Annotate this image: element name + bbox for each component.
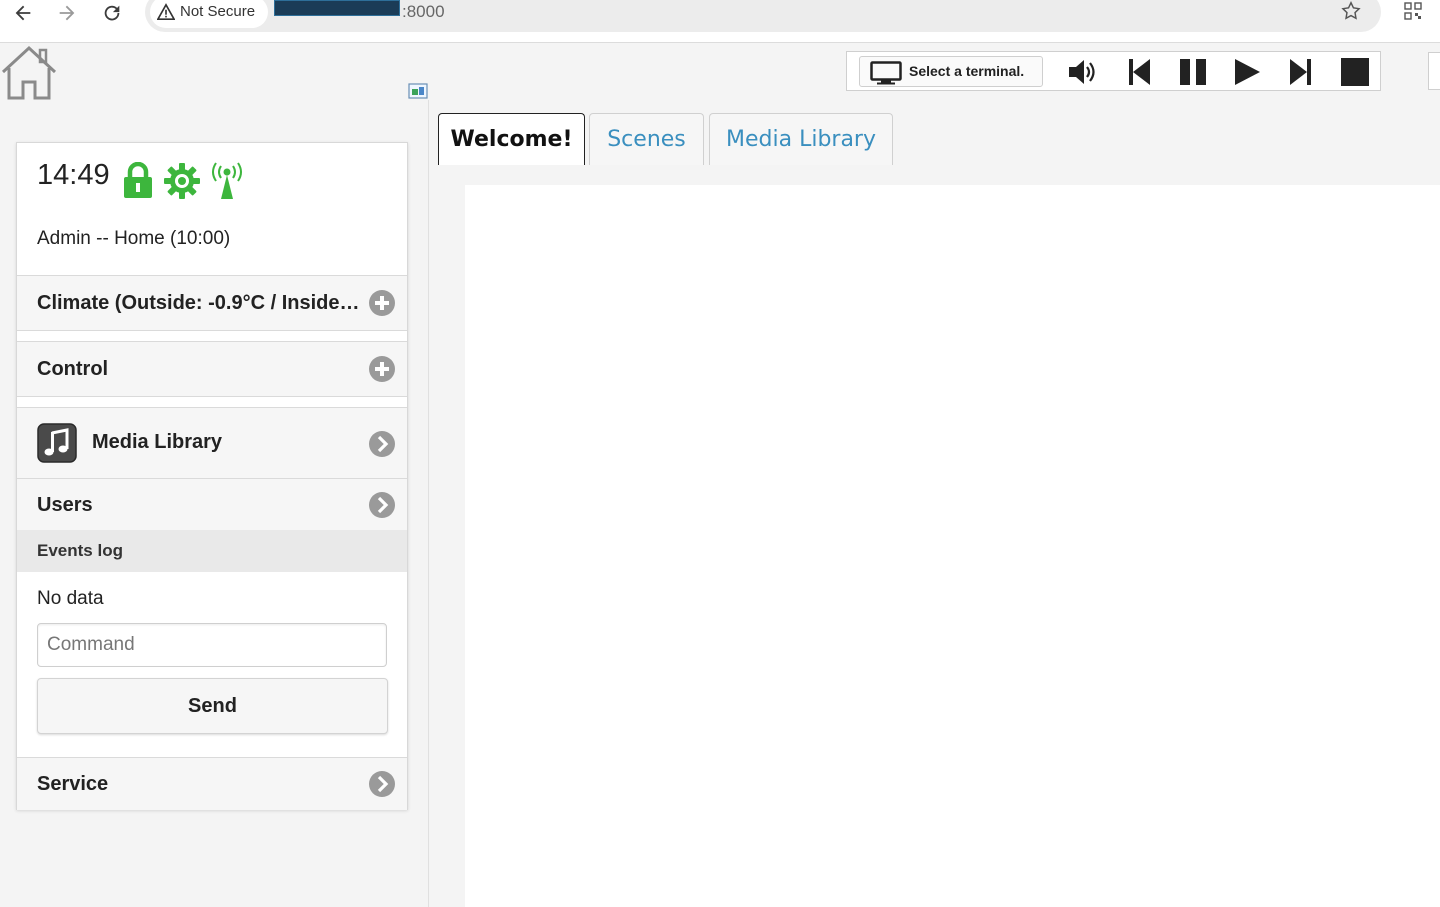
- media-library-row[interactable]: Media Library: [17, 407, 407, 479]
- tab-welcome[interactable]: Welcome!: [438, 113, 585, 165]
- events-log-header: Events log: [17, 530, 407, 572]
- control-row[interactable]: Control: [17, 341, 407, 397]
- qr-code-icon[interactable]: [1404, 2, 1422, 20]
- warning-icon: [157, 3, 175, 21]
- forward-icon[interactable]: [56, 2, 80, 24]
- chevron-right-circle-icon[interactable]: [368, 770, 396, 798]
- user-session-info: Admin -- Home (10:00): [37, 228, 231, 249]
- media-player-bar: Select a terminal.: [846, 51, 1381, 91]
- chevron-right-circle-icon[interactable]: [368, 491, 396, 519]
- control-label: Control: [37, 358, 109, 380]
- toolbar-edge-control[interactable]: [1428, 52, 1440, 90]
- home-icon[interactable]: [0, 44, 58, 100]
- no-data-text: No data: [37, 588, 104, 609]
- tab-media-library[interactable]: Media Library: [709, 113, 893, 165]
- status-block: 14:49 Admin -- Home (10:00): [17, 143, 407, 275]
- events-log-label: Events log: [37, 541, 123, 560]
- back-icon[interactable]: [12, 2, 36, 24]
- command-input[interactable]: [37, 623, 387, 667]
- next-icon[interactable]: [1285, 57, 1317, 87]
- url-port: :8000: [402, 2, 445, 21]
- play-icon[interactable]: [1231, 57, 1263, 87]
- service-row[interactable]: Service: [17, 757, 407, 810]
- redacted-host: [274, 0, 400, 16]
- tab-content-area: [465, 185, 1440, 907]
- previous-icon[interactable]: [1123, 57, 1155, 87]
- security-label: Not Secure: [180, 3, 256, 20]
- sidebar-panel: 14:49 Admin -- Home (10:00) Climate (Out…: [16, 142, 408, 810]
- widget-icon[interactable]: [408, 83, 428, 99]
- climate-label: Climate (Outside: -0.9°C / Inside…: [37, 292, 360, 314]
- music-note-icon: [37, 423, 77, 463]
- terminal-label: Select a terminal.: [909, 63, 1025, 79]
- media-library-label: Media Library: [92, 431, 223, 453]
- plus-circle-icon[interactable]: [368, 289, 396, 317]
- monitor-icon: [870, 61, 902, 85]
- chevron-right-circle-icon[interactable]: [368, 430, 396, 458]
- users-row[interactable]: Users: [17, 478, 407, 531]
- select-terminal-button[interactable]: Select a terminal.: [859, 56, 1043, 87]
- service-label: Service: [37, 773, 109, 795]
- reload-icon[interactable]: [101, 2, 125, 24]
- plus-circle-icon[interactable]: [368, 355, 396, 383]
- pause-icon[interactable]: [1177, 57, 1209, 87]
- browser-toolbar: Not Secure :8000: [0, 0, 1440, 43]
- bookmark-star-icon[interactable]: [1340, 0, 1362, 22]
- climate-row[interactable]: Climate (Outside: -0.9°C / Inside…: [17, 275, 407, 331]
- clock-time: 14:49: [37, 159, 110, 191]
- gear-icon[interactable]: [163, 162, 201, 200]
- users-label: Users: [37, 494, 93, 516]
- stop-icon[interactable]: [1339, 57, 1371, 87]
- tab-scenes[interactable]: Scenes: [589, 113, 704, 165]
- lock-icon[interactable]: [122, 162, 154, 198]
- volume-icon[interactable]: [1067, 57, 1099, 87]
- antenna-icon[interactable]: [207, 159, 247, 199]
- security-indicator[interactable]: Not Secure: [150, 0, 268, 28]
- send-button[interactable]: Send: [37, 678, 388, 734]
